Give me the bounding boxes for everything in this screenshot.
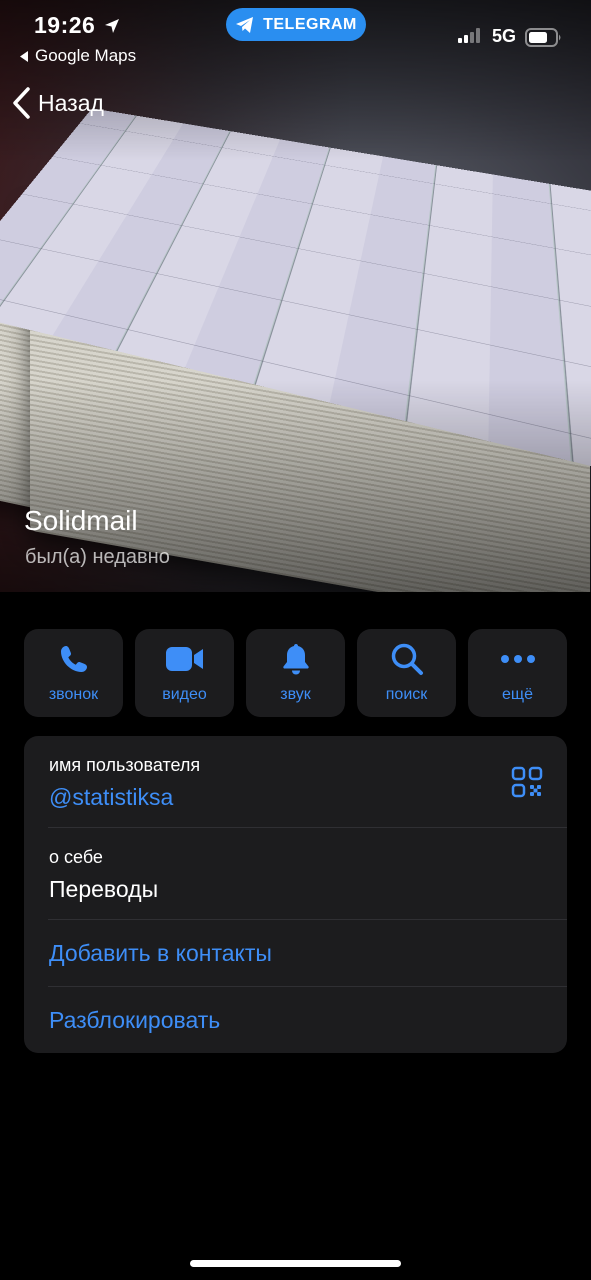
home-indicator[interactable] [190, 1260, 401, 1267]
bell-icon [282, 644, 309, 675]
search-icon [391, 643, 423, 675]
about-row: о себе Переводы [24, 828, 567, 920]
location-arrow-icon [105, 19, 119, 33]
qr-code-icon[interactable] [511, 766, 543, 798]
profile-status: был(а) недавно [25, 546, 170, 568]
more-label: ещё [502, 686, 533, 703]
username-caption: имя пользователя [49, 755, 201, 775]
profile-name: Solidmail [24, 505, 138, 536]
about-value: Переводы [49, 876, 159, 902]
cellular-signal-icon [458, 28, 480, 43]
more-dots-icon [500, 655, 535, 663]
telegram-plane-icon [236, 16, 254, 33]
telegram-pill[interactable]: TELEGRAM [226, 8, 366, 41]
profile-screen: Solidmail был(а) недавно 19:26 Google Ma… [0, 0, 591, 1280]
network-type: 5G [492, 26, 517, 46]
call-label: звонок [48, 686, 99, 703]
back-button[interactable]: Назад [10, 86, 104, 120]
video-button[interactable]: видео [135, 629, 234, 717]
back-triangle-icon [20, 50, 28, 62]
app-pill-label: TELEGRAM [263, 15, 357, 33]
search-label: поиск [385, 686, 428, 703]
username-row[interactable]: имя пользователя @statistiksa [24, 736, 567, 828]
video-camera-icon [165, 647, 203, 671]
action-bar: звонок видео звук поиск ещё [24, 629, 567, 717]
video-label: видео [162, 686, 207, 703]
info-card: имя пользователя @statistiksa о себе Пер… [24, 736, 567, 1053]
unblock-row[interactable]: Разблокировать [24, 987, 567, 1053]
username-value[interactable]: @statistiksa [49, 784, 173, 811]
status-time: 19:26 [34, 12, 96, 38]
unblock-link[interactable]: Разблокировать [49, 1007, 220, 1034]
more-button[interactable]: ещё [468, 629, 567, 717]
back-label: Назад [38, 89, 104, 116]
sound-label: звук [280, 686, 311, 703]
back-app-label: Google Maps [35, 46, 137, 65]
about-caption: о себе [49, 847, 103, 867]
back-to-app-link[interactable]: Google Maps [20, 46, 136, 66]
chevron-left-icon [13, 87, 30, 119]
sound-button[interactable]: звук [246, 629, 345, 717]
call-button[interactable]: звонок [24, 629, 123, 717]
add-contact-row[interactable]: Добавить в контакты [24, 920, 567, 987]
search-button[interactable]: поиск [357, 629, 456, 717]
add-contact-link[interactable]: Добавить в контакты [49, 940, 272, 967]
battery-icon [525, 28, 561, 47]
phone-icon [60, 646, 87, 672]
